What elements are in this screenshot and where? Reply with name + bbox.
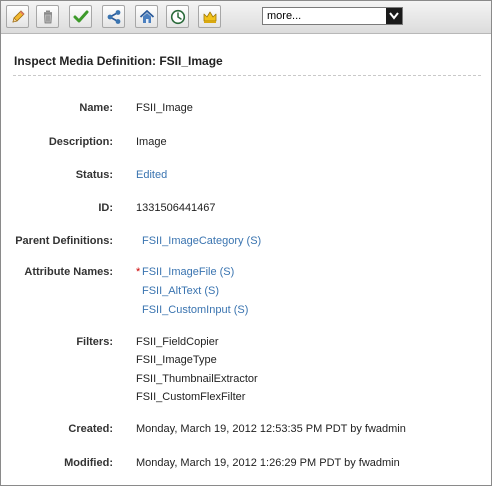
filter-item: FSII_CustomFlexFilter xyxy=(136,391,246,403)
inspect-panel: more... Inspect Media Definition: FSII_I… xyxy=(0,0,492,486)
filter-item: FSII_ThumbnailExtractor xyxy=(136,373,258,385)
attribute-link-custom-input[interactable]: FSII_CustomInput (S) xyxy=(142,304,248,316)
modified-label: Modified: xyxy=(64,457,113,469)
id-value: 1331506441467 xyxy=(136,202,216,214)
filter-item: FSII_ImageType xyxy=(136,354,217,366)
filters-label: Filters: xyxy=(76,336,113,348)
pencil-icon xyxy=(12,10,25,23)
id-label: ID: xyxy=(98,202,113,214)
trash-icon xyxy=(44,10,52,24)
attribute-names-label: Attribute Names: xyxy=(24,266,113,278)
history-button[interactable] xyxy=(166,5,189,28)
delete-button[interactable] xyxy=(36,5,59,28)
attribute-link-image-file[interactable]: FSII_ImageFile (S) xyxy=(142,266,234,278)
share-button[interactable] xyxy=(102,5,125,28)
attribute-link-alt-text[interactable]: FSII_AltText (S) xyxy=(142,285,219,297)
title-divider xyxy=(13,75,481,76)
status-value: Edited xyxy=(136,169,168,181)
chevron-down-icon[interactable] xyxy=(386,8,402,24)
crown-icon xyxy=(203,11,217,23)
status-button[interactable] xyxy=(198,5,221,28)
required-marker: * xyxy=(136,266,141,278)
filter-item: FSII_FieldCopier xyxy=(136,336,219,348)
more-actions-select[interactable]: more... xyxy=(262,7,403,25)
description-value: Image xyxy=(136,136,167,148)
modified-value: Monday, March 19, 2012 1:26:29 PM PDT by… xyxy=(136,457,400,469)
share-icon xyxy=(107,10,121,24)
parent-definition-link[interactable]: FSII_ImageCategory (S) xyxy=(142,235,261,247)
status-label: Status: xyxy=(75,169,113,181)
more-actions-value: more... xyxy=(267,10,302,22)
home-icon xyxy=(139,10,155,23)
created-value: Monday, March 19, 2012 12:53:35 PM PDT b… xyxy=(136,423,406,435)
clock-icon xyxy=(170,9,186,25)
created-label: Created: xyxy=(68,423,113,435)
home-button[interactable] xyxy=(135,5,158,28)
page-title: Inspect Media Definition: FSII_Image xyxy=(14,54,223,68)
name-value: FSII_Image xyxy=(136,102,193,114)
approve-button[interactable] xyxy=(69,5,92,28)
toolbar: more... xyxy=(1,1,491,34)
parent-definitions-label: Parent Definitions: xyxy=(15,235,113,247)
checkmark-icon xyxy=(73,10,89,23)
description-label: Description: xyxy=(48,136,113,148)
name-label: Name: xyxy=(79,102,113,114)
edit-button[interactable] xyxy=(6,5,29,28)
